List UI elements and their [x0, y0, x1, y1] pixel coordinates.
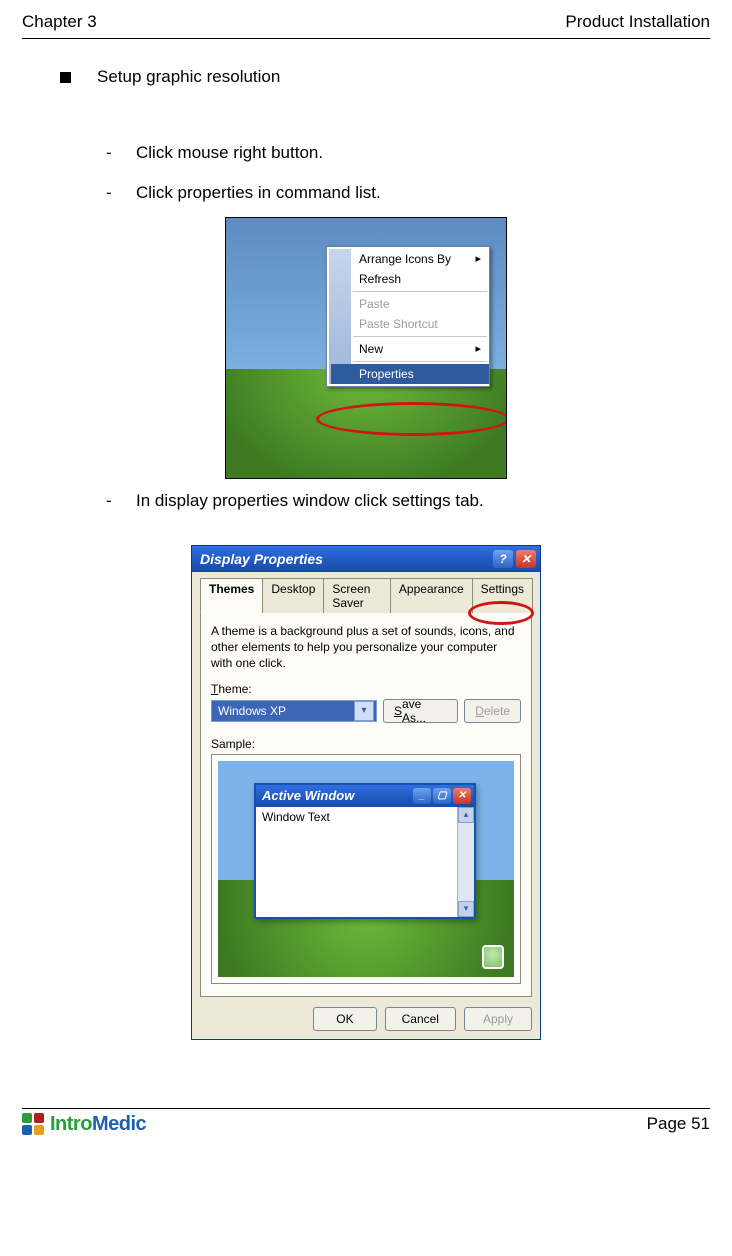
logo-squares-icon: [22, 1113, 44, 1135]
close-icon[interactable]: ✕: [516, 550, 536, 568]
figure-context-menu: Arrange Icons By Refresh Paste Paste Sho…: [225, 217, 507, 479]
header-rule: [22, 38, 710, 39]
theme-value: Windows XP: [218, 704, 286, 718]
logo-text-medic: Medic: [92, 1113, 146, 1136]
menu-separator: [353, 291, 487, 292]
menu-item-paste-shortcut: Paste Shortcut: [355, 314, 487, 334]
scrollbar: ▴ ▾: [457, 807, 474, 917]
dash-icon: -: [106, 183, 136, 203]
sample-window-text: Window Text: [256, 807, 457, 917]
cancel-button[interactable]: Cancel: [385, 1007, 456, 1031]
footer-rule: [22, 1108, 710, 1109]
theme-description: A theme is a background plus a set of so…: [211, 623, 521, 672]
section-heading-text: Setup graphic resolution: [97, 67, 280, 87]
chevron-down-icon[interactable]: ▾: [354, 701, 374, 721]
tab-themes[interactable]: Themes: [200, 578, 263, 613]
apply-button: Apply: [464, 1007, 532, 1031]
sample-window: Active Window _ ▢ ✕ Window Text: [254, 783, 476, 919]
tab-desktop[interactable]: Desktop: [262, 578, 324, 613]
dash-icon: -: [106, 143, 136, 163]
page-footer: IntroMedic Page 51: [22, 1113, 710, 1136]
menu-item-new[interactable]: New: [355, 339, 487, 359]
delete-button: Delete: [464, 699, 521, 723]
minimize-icon: _: [413, 788, 431, 804]
help-icon[interactable]: ?: [493, 550, 513, 568]
dash-icon: -: [106, 491, 136, 511]
menu-separator: [353, 361, 487, 362]
header-left: Chapter 3: [22, 12, 97, 32]
list-item: - Click properties in command list.: [106, 173, 710, 213]
ok-button[interactable]: OK: [313, 1007, 376, 1031]
list-item-text: Click properties in command list.: [136, 183, 381, 203]
tab-appearance[interactable]: Appearance: [390, 578, 473, 613]
section-heading: Setup graphic resolution: [60, 67, 710, 87]
sample-window-title: Active Window: [262, 788, 354, 803]
menu-item-properties[interactable]: Properties: [331, 364, 489, 384]
page-number: Page 51: [647, 1114, 710, 1134]
scroll-down-icon: ▾: [458, 901, 474, 917]
theme-select[interactable]: Windows XP ▾: [211, 700, 377, 722]
dialog-titlebar: Display Properties ? ✕: [192, 546, 540, 572]
figure-display-properties: Display Properties ? ✕ Themes Desktop Sc…: [191, 545, 541, 1040]
annotation-oval-icon: [316, 402, 507, 436]
menu-item-paste: Paste: [355, 294, 487, 314]
tab-screensaver[interactable]: Screen Saver: [323, 578, 391, 613]
menu-item-arrange[interactable]: Arrange Icons By: [355, 249, 487, 269]
close-icon: ✕: [453, 788, 471, 804]
theme-label: TTheme:heme:: [211, 682, 521, 696]
maximize-icon: ▢: [433, 788, 451, 804]
page-header: Chapter 3 Product Installation: [22, 12, 710, 36]
context-menu: Arrange Icons By Refresh Paste Paste Sho…: [326, 246, 490, 387]
scroll-up-icon: ▴: [458, 807, 474, 823]
sample-preview: Active Window _ ▢ ✕ Window Text: [211, 754, 521, 984]
list-item: - In display properties window click set…: [106, 481, 710, 521]
list-item-text: Click mouse right button.: [136, 143, 323, 163]
list-item: - Click mouse right button.: [106, 133, 710, 173]
menu-separator: [353, 336, 487, 337]
list-item-text: In display properties window click setti…: [136, 491, 484, 511]
menu-item-refresh[interactable]: Refresh: [355, 269, 487, 289]
recycle-bin-icon: [482, 945, 504, 969]
annotation-oval-icon: [468, 601, 534, 625]
bullet-icon: [60, 72, 71, 83]
save-as-button[interactable]: Save As...: [383, 699, 458, 723]
dialog-title: Display Properties: [200, 551, 323, 567]
logo-text-intro: Intro: [50, 1113, 92, 1136]
logo: IntroMedic: [22, 1113, 146, 1136]
sample-label: Sample:: [211, 737, 521, 751]
header-right: Product Installation: [565, 12, 710, 32]
